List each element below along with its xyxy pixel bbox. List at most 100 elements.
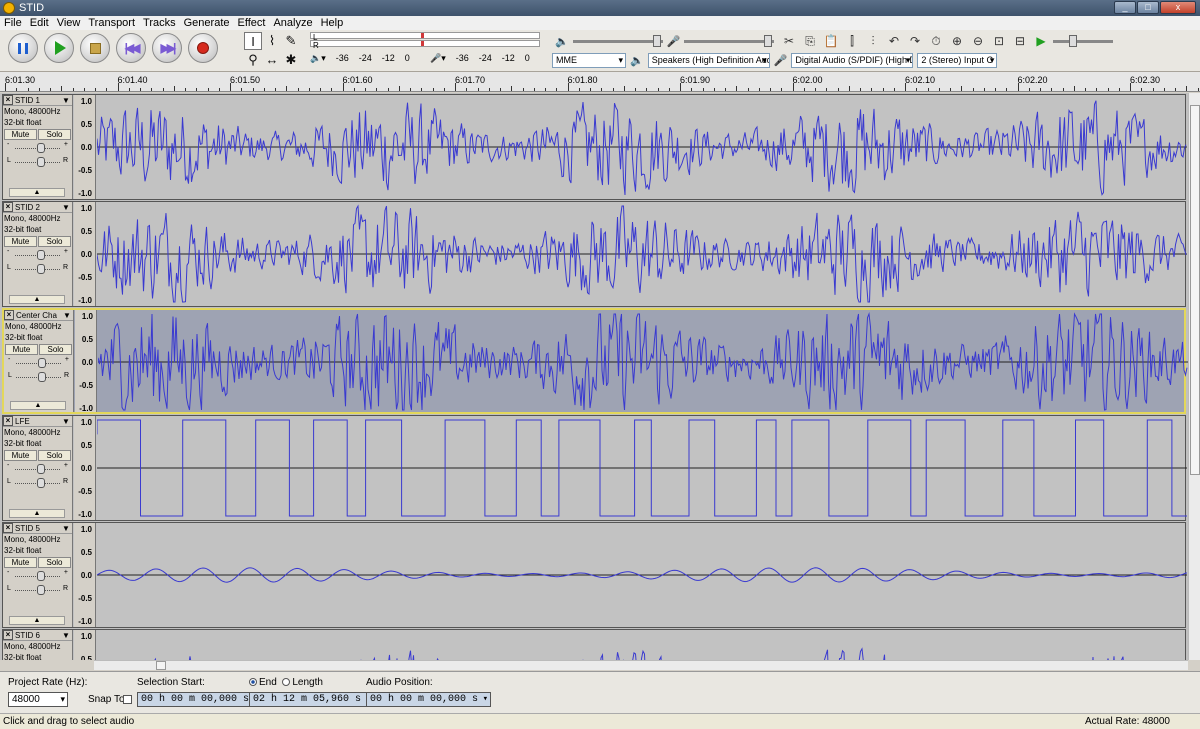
waveform[interactable] [97, 95, 1187, 199]
track-menu-arrow-icon[interactable]: ▼ [62, 96, 72, 105]
fit-selection-icon[interactable]: ⊡ [990, 32, 1008, 50]
waveform[interactable] [98, 310, 1188, 412]
play-speed-slider[interactable] [1053, 35, 1113, 47]
audio-track[interactable]: × STID 1 ▼ Mono, 48000Hz 32-bit float Mute Sol… [2, 94, 1187, 200]
gain-knob[interactable] [37, 464, 45, 474]
selection-start-field[interactable]: 00 h 00 m 00,000 s [137, 692, 263, 707]
fit-project-icon[interactable]: ⊟ [1011, 32, 1029, 50]
menu-transport[interactable]: Transport [88, 17, 135, 29]
redo-icon[interactable]: ↷ [906, 32, 924, 50]
selection-end-field[interactable]: 02 h 12 m 05,960 s [249, 692, 375, 707]
mute-button[interactable]: Mute [4, 557, 37, 568]
snap-to-checkbox[interactable] [123, 695, 132, 704]
gain-slider[interactable]: - + [7, 248, 68, 262]
solo-button[interactable]: Solo [39, 344, 72, 355]
menu-analyze[interactable]: Analyze [273, 17, 312, 29]
mute-button[interactable]: Mute [4, 450, 37, 461]
track-menu-arrow-icon[interactable]: ▼ [63, 311, 73, 320]
play-at-speed-icon[interactable]: ▶ [1032, 32, 1050, 50]
solo-button[interactable]: Solo [38, 236, 71, 247]
pan-knob[interactable] [37, 264, 45, 274]
collapse-track-button[interactable]: ▲ [9, 616, 65, 625]
menu-view[interactable]: View [57, 17, 81, 29]
vertical-scrollbar[interactable] [1188, 93, 1200, 660]
gain-knob[interactable] [37, 571, 45, 581]
track-name[interactable]: STID 1 [13, 96, 62, 105]
solo-button[interactable]: Solo [38, 557, 71, 568]
project-rate-select[interactable]: 48000 [8, 692, 68, 707]
output-device-select[interactable]: Speakers (High Definition Audi [647, 53, 770, 68]
close-track-icon[interactable]: × [3, 416, 13, 426]
close-track-icon[interactable]: × [3, 202, 13, 212]
audio-track[interactable]: × LFE ▼ Mono, 48000Hz 32-bit float Mute Solo - +… [2, 415, 1187, 521]
copy-icon[interactable]: ⎘ [801, 32, 819, 50]
selection-tool[interactable]: Ι [244, 32, 262, 50]
input-channels-select[interactable]: 2 (Stereo) Input C [917, 53, 998, 68]
track-name[interactable]: Center Cha [14, 311, 63, 320]
close-track-icon[interactable]: × [3, 95, 13, 105]
track-name[interactable]: STID 2 [13, 203, 62, 212]
paste-icon[interactable]: 📋 [822, 32, 840, 50]
track-menu-arrow-icon[interactable]: ▼ [62, 203, 72, 212]
silence-icon[interactable]: ⫶ [864, 32, 882, 50]
pan-knob[interactable] [37, 585, 45, 595]
meter-left[interactable]: L [310, 32, 540, 42]
menu-edit[interactable]: Edit [30, 17, 49, 29]
end-radio[interactable] [249, 678, 257, 686]
track-menu-arrow-icon[interactable]: ▼ [62, 417, 72, 426]
audio-track[interactable]: ×STID 6▼Mono, 48000Hz32-bit floatMuteSol… [2, 629, 1186, 660]
slider-thumb[interactable] [764, 34, 773, 47]
gain-knob[interactable] [37, 143, 45, 153]
menu-tracks[interactable]: Tracks [143, 17, 176, 29]
audio-track[interactable]: × STID 2 ▼ Mono, 48000Hz 32-bit float Mute Sol… [2, 201, 1187, 307]
gain-slider[interactable]: - + [7, 569, 68, 583]
maximize-button[interactable]: □ [1137, 1, 1159, 14]
stop-button[interactable] [80, 33, 110, 63]
gain-slider[interactable]: - + [7, 141, 68, 155]
mute-button[interactable]: Mute [4, 129, 37, 140]
draw-tool[interactable]: ✎ [282, 32, 300, 50]
close-track-icon[interactable]: × [3, 630, 13, 640]
scroll-thumb[interactable] [156, 661, 166, 670]
audio-position-field[interactable]: 00 h 00 m 00,000 s [366, 692, 492, 707]
pan-knob[interactable] [37, 478, 45, 488]
menu-effect[interactable]: Effect [238, 17, 266, 29]
timeline-ruler[interactable]: 6:01.30 6:01.40 6:01.50 6:01.60 6:01.70 6:01.… [0, 72, 1200, 92]
waveform[interactable] [97, 202, 1187, 306]
track-menu-arrow-icon[interactable]: ▼ [62, 631, 72, 640]
sync-lock-icon[interactable]: ⏱ [927, 32, 945, 50]
audio-track[interactable]: × STID 5 ▼ Mono, 48000Hz 32-bit float Mute Sol… [2, 522, 1187, 628]
gain-slider[interactable]: - + [8, 356, 69, 370]
timeshift-tool[interactable]: ↔ [263, 51, 281, 69]
waveform[interactable] [97, 416, 1187, 520]
gain-slider[interactable]: - + [7, 462, 68, 476]
multi-tool[interactable]: ✱ [282, 51, 300, 69]
pan-slider[interactable]: LR [7, 583, 68, 597]
collapse-track-button[interactable]: ▲ [10, 401, 66, 410]
collapse-track-button[interactable]: ▲ [9, 295, 65, 304]
close-track-icon[interactable]: × [3, 523, 13, 533]
pan-slider[interactable]: LR [8, 370, 69, 384]
meter-right[interactable]: R [310, 40, 540, 50]
gain-knob[interactable] [38, 358, 46, 368]
solo-button[interactable]: Solo [38, 450, 71, 461]
gain-knob[interactable] [37, 250, 45, 260]
waveform[interactable] [97, 630, 1185, 660]
pan-slider[interactable]: LR [7, 262, 68, 276]
scroll-thumb[interactable] [1190, 105, 1200, 475]
mute-button[interactable]: Mute [4, 236, 37, 247]
input-device-select[interactable]: Digital Audio (S/PDIF) (High De [791, 53, 914, 68]
zoom-tool[interactable]: ⚲ [244, 51, 262, 69]
play-button[interactable] [44, 33, 74, 63]
undo-icon[interactable]: ↶ [885, 32, 903, 50]
track-name[interactable]: STID 5 [13, 524, 62, 533]
cut-icon[interactable]: ✂ [780, 32, 798, 50]
track-name[interactable]: LFE [13, 417, 62, 426]
close-button[interactable]: x [1160, 1, 1196, 14]
pan-knob[interactable] [37, 157, 45, 167]
envelope-tool[interactable]: ⌇ [263, 32, 281, 50]
track-menu-arrow-icon[interactable]: ▼ [62, 524, 72, 533]
menu-help[interactable]: Help [321, 17, 344, 29]
length-radio[interactable] [282, 678, 291, 686]
skip-to-start-button[interactable]: |◀◀ [116, 33, 146, 63]
